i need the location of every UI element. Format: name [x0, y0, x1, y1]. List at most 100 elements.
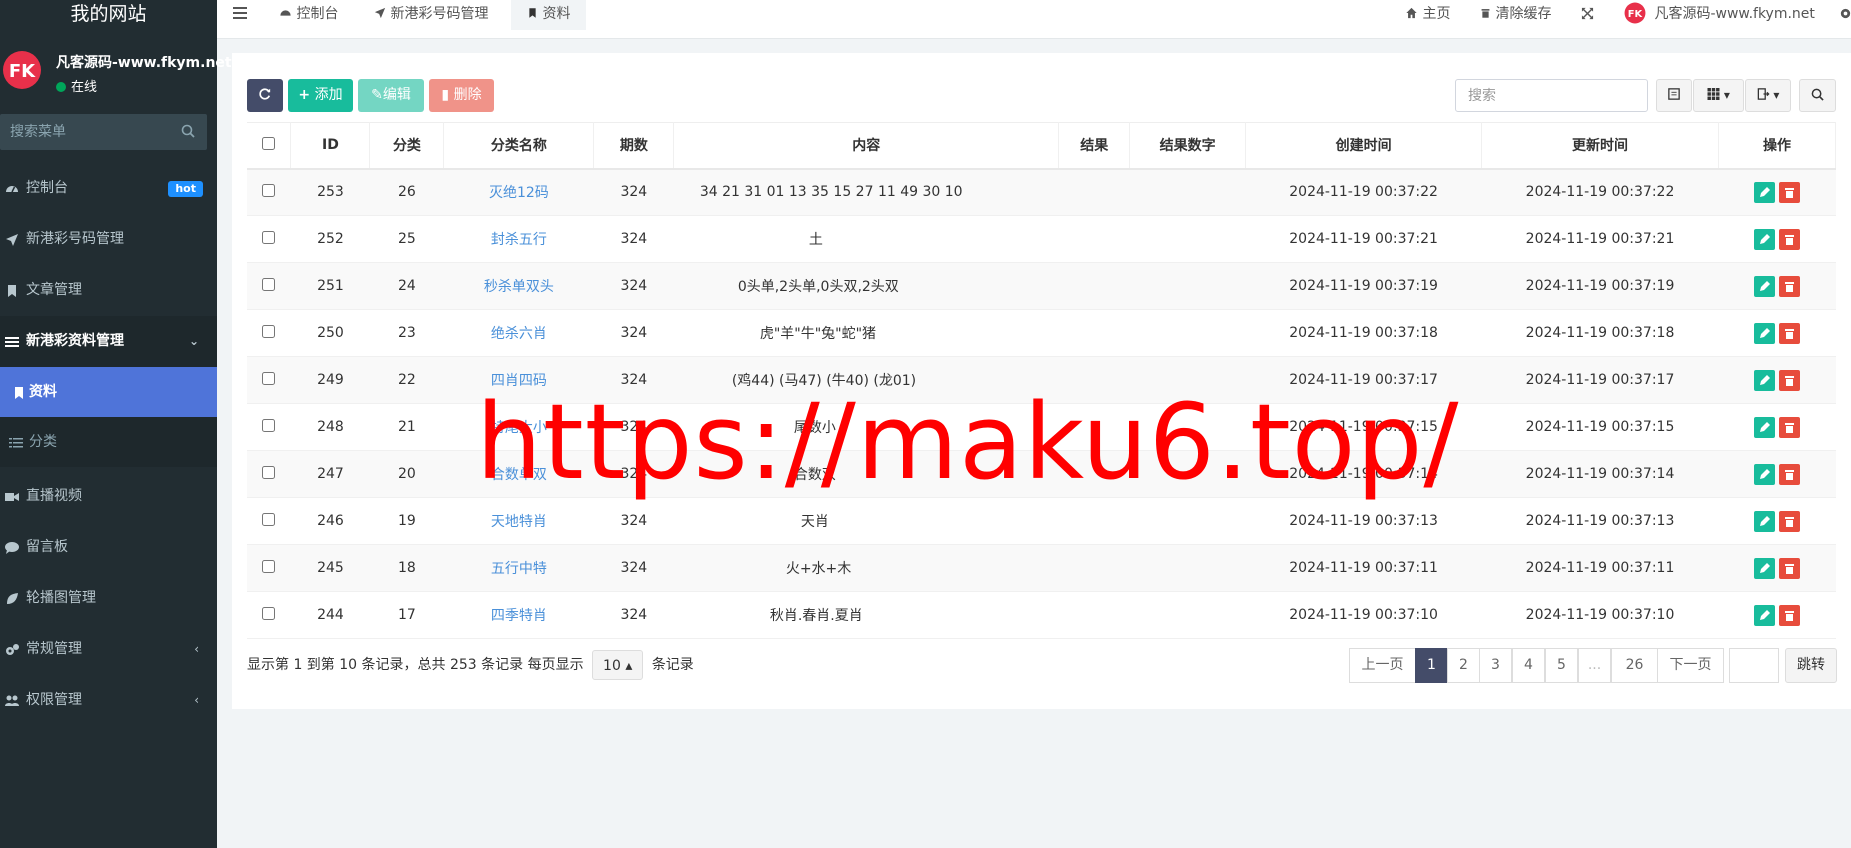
- row-checkbox[interactable]: [262, 371, 276, 385]
- row-delete-button[interactable]: [1778, 416, 1800, 438]
- row-checkbox[interactable]: [262, 559, 276, 573]
- table-row[interactable]: 252 25 封杀五行 324 土 2024-11-19 00:37:21 2024-11-…: [247, 215, 1836, 263]
- settings-button[interactable]: [1839, 0, 1851, 30]
- jump-page-input[interactable]: [1729, 648, 1779, 683]
- row-edit-button[interactable]: [1753, 604, 1775, 626]
- row-edit-button[interactable]: [1753, 322, 1775, 344]
- row-edit-button[interactable]: [1753, 275, 1775, 297]
- sidebar-item-articles[interactable]: 文章管理: [0, 265, 217, 316]
- row-delete-button[interactable]: [1778, 275, 1800, 297]
- sidebar-item-permissions[interactable]: 权限管理 ‹: [0, 675, 217, 726]
- col-created-time[interactable]: 创建时间: [1245, 122, 1483, 170]
- sidebar-item-data[interactable]: 资料: [0, 367, 217, 417]
- page-5[interactable]: 5: [1545, 648, 1578, 683]
- row-checkbox[interactable]: [262, 465, 276, 479]
- row-delete-button[interactable]: [1778, 181, 1800, 203]
- row-delete-button[interactable]: [1778, 510, 1800, 532]
- edit-button[interactable]: ✎编辑: [358, 79, 424, 112]
- row-edit-button[interactable]: [1753, 557, 1775, 579]
- row-edit-button[interactable]: [1753, 510, 1775, 532]
- tab-dashboard[interactable]: 控制台: [279, 0, 338, 30]
- jump-button[interactable]: 跳转: [1785, 648, 1837, 683]
- page-2[interactable]: 2: [1447, 648, 1480, 683]
- prev-page-button[interactable]: 上一页: [1349, 648, 1416, 683]
- columns-button[interactable]: ▾: [1693, 79, 1744, 112]
- page-size-select[interactable]: 10 ▴: [592, 650, 644, 680]
- row-checkbox[interactable]: [262, 277, 276, 291]
- page-3[interactable]: 3: [1479, 648, 1512, 683]
- col-result-number[interactable]: 结果数字: [1129, 122, 1247, 170]
- sidebar-item-data-management[interactable]: 新港彩资料管理 ⌄: [0, 316, 217, 367]
- clear-cache-link[interactable]: 清除缓存: [1480, 0, 1551, 30]
- col-result[interactable]: 结果: [1058, 122, 1131, 170]
- col-updated-time[interactable]: 更新时间: [1481, 122, 1719, 170]
- col-content[interactable]: 内容: [673, 122, 1060, 170]
- home-link[interactable]: 主页: [1405, 0, 1450, 30]
- col-id[interactable]: ID: [290, 122, 371, 170]
- toggle-view-button[interactable]: [1656, 79, 1692, 112]
- row-checkbox[interactable]: [262, 418, 276, 432]
- col-category-name[interactable]: 分类名称: [443, 122, 595, 170]
- sidebar-item-dashboard[interactable]: 控制台 hot: [0, 163, 217, 214]
- cell-result-number: [1129, 544, 1246, 592]
- tab-data[interactable]: 资料: [511, 0, 587, 30]
- row-delete-button[interactable]: [1778, 463, 1800, 485]
- delete-button[interactable]: ▮ 删除: [429, 79, 494, 112]
- page-4[interactable]: 4: [1512, 648, 1545, 683]
- search-button[interactable]: [1799, 79, 1836, 112]
- row-edit-button[interactable]: [1753, 369, 1775, 391]
- cell-category-name[interactable]: 绝杀六肖: [443, 309, 594, 357]
- table-row[interactable]: 245 18 五行中特 324 火+水+木 2024-11-19 00:37:11 2024…: [247, 544, 1836, 592]
- menu-search-input[interactable]: [0, 114, 170, 150]
- col-category[interactable]: 分类: [369, 122, 445, 170]
- cell-category-name[interactable]: 四季特肖: [443, 591, 594, 639]
- row-checkbox[interactable]: [262, 512, 276, 526]
- row-delete-button[interactable]: [1778, 322, 1800, 344]
- export-button[interactable]: ▾: [1745, 79, 1791, 112]
- table-row[interactable]: 250 23 绝杀六肖 324 虎"羊"牛"兔"蛇"猪 2024-11-19 00:37:…: [247, 309, 1836, 357]
- row-checkbox[interactable]: [262, 606, 276, 620]
- table-search-input[interactable]: [1455, 79, 1648, 112]
- sidebar-toggle[interactable]: [233, 0, 247, 30]
- row-checkbox-cell: [247, 168, 291, 216]
- table-row[interactable]: 253 26 灭绝12码 324 34 21 31 01 13 35 15 27 11 …: [247, 168, 1836, 216]
- cell-category-name[interactable]: 灭绝12码: [443, 168, 594, 216]
- add-button[interactable]: + 添加: [288, 79, 353, 112]
- row-delete-button[interactable]: [1778, 228, 1800, 250]
- trash-icon: [1784, 610, 1794, 621]
- sidebar-item-number-management[interactable]: 新港彩号码管理: [0, 214, 217, 265]
- user-menu[interactable]: FK 凡客源码-www.fkym.net: [1624, 0, 1815, 30]
- tab-number-management[interactable]: 新港彩号码管理: [374, 0, 488, 30]
- page-1[interactable]: 1: [1415, 648, 1448, 683]
- next-page-button[interactable]: 下一页: [1657, 648, 1724, 683]
- row-edit-button[interactable]: [1753, 228, 1775, 250]
- row-edit-button[interactable]: [1753, 463, 1775, 485]
- cell-category-name[interactable]: 封杀五行: [443, 215, 594, 263]
- row-delete-button[interactable]: [1778, 369, 1800, 391]
- select-all-checkbox[interactable]: [262, 136, 276, 150]
- sidebar-item-live-video[interactable]: 直播视频: [0, 471, 217, 522]
- search-icon[interactable]: [181, 124, 195, 138]
- site-brand[interactable]: 我的网站: [0, 0, 217, 30]
- table-row[interactable]: 251 24 秒杀单双头 324 0头单,2头单,0头双,2头双 2024-11-19 0…: [247, 262, 1836, 310]
- sidebar-item-message-board[interactable]: 留言板: [0, 522, 217, 573]
- page-26[interactable]: 26: [1611, 648, 1658, 683]
- table-row[interactable]: 246 19 天地特肖 324 天肖 2024-11-19 00:37:13 2024-11…: [247, 497, 1836, 545]
- refresh-button[interactable]: [247, 79, 283, 112]
- cell-category-name[interactable]: 五行中特: [443, 544, 594, 592]
- cell-category-name[interactable]: 天地特肖: [443, 497, 594, 545]
- sidebar-item-category[interactable]: 分类: [0, 417, 217, 467]
- sidebar-item-general[interactable]: 常规管理 ‹: [0, 624, 217, 675]
- col-period[interactable]: 期数: [593, 122, 675, 170]
- row-delete-button[interactable]: [1778, 557, 1800, 579]
- row-checkbox[interactable]: [262, 183, 276, 197]
- sidebar-item-carousel[interactable]: 轮播图管理: [0, 573, 217, 624]
- row-checkbox[interactable]: [262, 230, 276, 244]
- row-checkbox[interactable]: [262, 324, 276, 338]
- table-row[interactable]: 244 17 四季特肖 324 秋肖.春肖.夏肖 2024-11-19 00:37:10 2…: [247, 591, 1836, 639]
- row-edit-button[interactable]: [1753, 181, 1775, 203]
- cell-category-name[interactable]: 秒杀单双头: [443, 262, 594, 310]
- row-edit-button[interactable]: [1753, 416, 1775, 438]
- row-delete-button[interactable]: [1778, 604, 1800, 626]
- fullscreen-button[interactable]: [1581, 0, 1594, 30]
